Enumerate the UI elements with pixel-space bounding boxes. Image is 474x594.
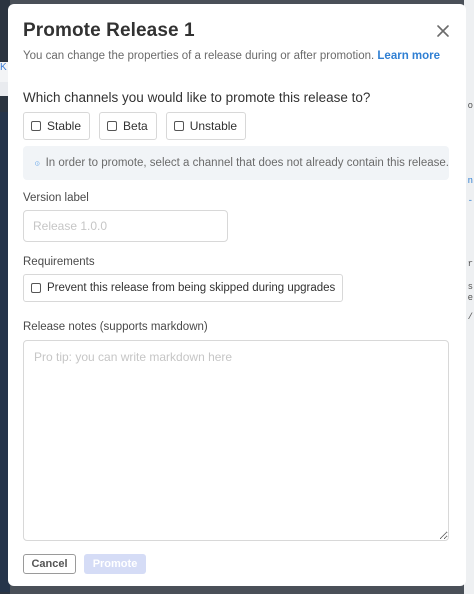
stable-checkbox[interactable]	[31, 121, 41, 131]
requirements-label: Requirements	[23, 256, 95, 268]
version-label: Version label	[23, 192, 89, 204]
background-text: o	[467, 101, 473, 111]
channel-label: Unstable	[189, 119, 238, 133]
version-label-input[interactable]	[23, 210, 228, 242]
modal-subtitle: You can change the properties of a relea…	[23, 50, 440, 62]
promote-release-modal: Promote Release 1 You can change the pro…	[8, 4, 466, 586]
channel-option-stable[interactable]: Stable	[23, 112, 91, 140]
background-text: n	[467, 176, 473, 186]
channel-label: Stable	[47, 119, 82, 133]
release-notes-textarea[interactable]	[23, 340, 449, 541]
info-text: In order to promote, select a channel th…	[45, 157, 449, 169]
channels-question: Which channels you would like to promote…	[23, 90, 371, 105]
close-icon[interactable]	[434, 22, 452, 40]
channel-option-beta[interactable]: Beta	[99, 112, 157, 140]
cancel-button[interactable]: Cancel	[23, 554, 76, 574]
prevent-skip-checkbox[interactable]	[31, 283, 41, 293]
release-notes-label: Release notes (supports markdown)	[23, 321, 208, 333]
prevent-skip-label: Prevent this release from being skipped …	[47, 282, 336, 294]
promote-button[interactable]: Promote	[84, 554, 146, 574]
background-text: s	[467, 282, 473, 292]
info-banner: In order to promote, select a channel th…	[23, 146, 449, 180]
modal-title: Promote Release 1	[23, 20, 195, 41]
channel-label: Beta	[123, 119, 148, 133]
subtitle-text: You can change the properties of a relea…	[23, 50, 375, 62]
info-icon	[35, 160, 40, 166]
background-text: -	[467, 196, 473, 206]
learn-more-link[interactable]: Learn more	[377, 50, 440, 62]
background-text: e	[467, 293, 473, 303]
background-text: r	[467, 259, 473, 269]
channel-option-unstable[interactable]: Unstable	[165, 112, 247, 140]
prevent-skip-option[interactable]: Prevent this release from being skipped …	[23, 274, 344, 302]
channel-options: Stable Beta Unstable	[23, 112, 247, 140]
background-text: /	[467, 312, 473, 322]
unstable-checkbox[interactable]	[173, 121, 184, 131]
beta-checkbox[interactable]	[107, 121, 118, 131]
